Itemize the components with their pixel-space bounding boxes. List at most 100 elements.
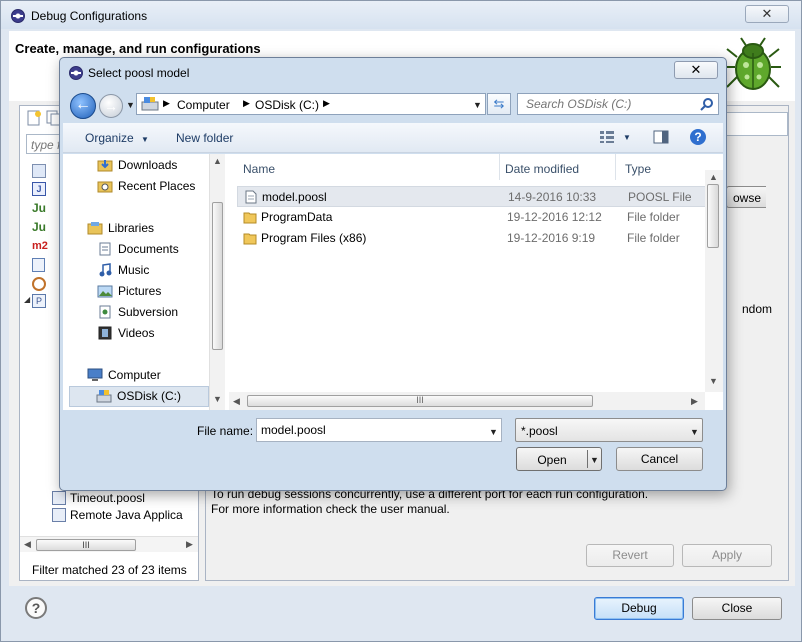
file-list-horizontal-scrollbar[interactable]: ◀ III ▶ (229, 392, 705, 410)
address-dropdown-icon[interactable]: ▼ (473, 100, 482, 110)
scroll-thumb[interactable]: III (247, 395, 593, 407)
info-line-manual: For more information check the user manu… (211, 502, 450, 516)
search-box[interactable] (517, 93, 719, 115)
tree-horizontal-scrollbar[interactable]: ◀ III ▶ (20, 536, 198, 552)
view-dropdown-icon[interactable]: ▼ (623, 133, 631, 142)
scroll-thumb[interactable] (212, 202, 223, 350)
open-options-dropdown-icon[interactable]: ▼ (590, 455, 599, 465)
search-input[interactable] (518, 94, 696, 114)
back-button[interactable]: ← (70, 93, 96, 119)
file-type: File folder (627, 231, 680, 245)
breadcrumb-arrow-icon[interactable]: ▶ (323, 98, 330, 109)
cancel-button[interactable]: Cancel (616, 447, 703, 471)
scroll-down-icon[interactable]: ▼ (709, 376, 718, 386)
scroll-down-icon[interactable]: ▼ (213, 394, 222, 404)
scroll-right-icon[interactable]: ▶ (186, 539, 193, 550)
preview-pane-icon[interactable] (653, 130, 669, 147)
scroll-up-icon[interactable]: ▲ (213, 156, 222, 166)
search-icon[interactable] (700, 97, 714, 111)
file-type: File folder (627, 210, 680, 224)
outer-close-button[interactable]: ✕ (745, 5, 789, 23)
breadcrumb-osdisk[interactable]: OSDisk (C:) (255, 98, 319, 112)
file-date: 14-9-2016 10:33 (508, 190, 597, 204)
column-header-name[interactable]: Name (243, 162, 275, 176)
address-bar[interactable]: ▶ Computer ▶ OSDisk (C:) ▶ ▼ (136, 93, 486, 115)
outer-heading: Create, manage, and run configurations (15, 41, 261, 56)
column-divider[interactable] (615, 154, 616, 180)
tree-item-remote-java[interactable]: Remote Java Applica (52, 508, 183, 522)
poosl-file-icon (52, 491, 66, 505)
organize-menu[interactable]: Organize ▼ (85, 131, 149, 145)
file-name-dropdown-icon[interactable]: ▼ (489, 427, 498, 437)
recent-locations-dropdown-icon[interactable]: ▼ (126, 100, 135, 110)
breadcrumb-arrow-icon[interactable]: ▶ (163, 98, 170, 109)
refresh-button[interactable]: ⇆ (487, 93, 511, 115)
nav-item-subversion[interactable]: Subversion (97, 305, 178, 319)
name-field-edge[interactable] (726, 112, 788, 136)
select-poosl-model-dialog: Select poosl model ✕ ← → ▼ ▶ Computer ▶ … (59, 57, 727, 491)
revert-button[interactable]: Revert (586, 544, 674, 567)
open-button[interactable]: Open ▼ (516, 447, 602, 471)
m2-icon: m2 (32, 240, 48, 252)
forward-button[interactable]: → (99, 94, 123, 118)
nav-item-videos[interactable]: Videos (97, 326, 154, 340)
browse-button[interactable]: owse (726, 186, 766, 208)
column-divider[interactable] (499, 154, 500, 180)
svg-text:?: ? (694, 130, 701, 144)
pictures-icon (97, 285, 113, 298)
chevron-down-icon: ▼ (690, 427, 699, 437)
music-icon (99, 263, 112, 277)
new-folder-button[interactable]: New folder (176, 131, 233, 145)
tree-type-icon-2 (32, 258, 45, 272)
dialog-title: Select poosl model (88, 66, 190, 80)
eclipse-icon (11, 9, 25, 23)
file-type: POOSL File (628, 190, 692, 204)
nav-item-downloads[interactable]: Downloads (97, 158, 177, 172)
file-row-programdata[interactable]: ProgramData 19-12-2016 12:12 File folder (237, 207, 707, 228)
column-header-date-modified[interactable]: Date modified (505, 162, 579, 176)
apply-button[interactable]: Apply (682, 544, 772, 567)
downloads-folder-icon (97, 160, 113, 172)
file-type-filter-value: *.poosl (521, 424, 558, 438)
file-type-filter-select[interactable]: *.poosl ▼ (515, 418, 703, 442)
breadcrumb-computer[interactable]: Computer (177, 98, 230, 112)
file-name-combobox[interactable]: ▼ (256, 418, 502, 442)
nav-item-computer[interactable]: Computer (87, 368, 161, 382)
nav-item-osdisk[interactable]: OSDisk (C:) (69, 386, 209, 407)
nav-item-pictures[interactable]: Pictures (97, 284, 161, 298)
scroll-left-icon[interactable]: ◀ (24, 539, 31, 550)
file-icon (245, 190, 257, 204)
navigation-vertical-scrollbar[interactable]: ▲ ▼ (209, 154, 225, 410)
debug-button[interactable]: Debug (594, 597, 684, 620)
nav-item-libraries[interactable]: Libraries (87, 221, 154, 235)
tree-expand-icon[interactable]: ◢ (24, 295, 30, 304)
scroll-up-icon[interactable]: ▲ (709, 172, 718, 182)
scroll-thumb[interactable] (707, 184, 719, 248)
scroll-right-icon[interactable]: ▶ (691, 396, 698, 407)
tree-item-timeout[interactable]: Timeout.poosl (52, 491, 145, 505)
breadcrumb-arrow-icon[interactable]: ▶ (243, 98, 250, 109)
help-button[interactable]: ? (25, 597, 47, 619)
close-button[interactable]: Close (692, 597, 782, 620)
nav-item-recent-places[interactable]: Recent Places (97, 179, 195, 193)
osgi-icon (32, 277, 46, 291)
help-icon[interactable]: ? (689, 128, 707, 149)
debug-bug-icon (725, 37, 781, 90)
nav-item-music[interactable]: Music (97, 263, 149, 277)
file-list-vertical-scrollbar[interactable]: ▲ ▼ (705, 170, 723, 392)
scroll-left-icon[interactable]: ◀ (233, 396, 240, 407)
libraries-icon (87, 222, 103, 235)
new-configuration-icon[interactable] (26, 110, 42, 126)
scroll-thumb[interactable]: III (36, 539, 136, 551)
file-date: 19-12-2016 9:19 (507, 231, 596, 245)
file-row-model-poosl[interactable]: model.poosl 14-9-2016 10:33 POOSL File (237, 186, 707, 207)
file-row-program-files-x86[interactable]: Program Files (x86) 19-12-2016 9:19 File… (237, 228, 707, 249)
file-name-input[interactable] (257, 419, 479, 441)
nav-item-documents[interactable]: Documents (97, 242, 179, 256)
dialog-toolbar: Organize ▼ New folder ▼ ? (63, 123, 723, 153)
eclipse-icon (69, 66, 83, 80)
dialog-close-button[interactable]: ✕ (674, 61, 718, 79)
chevron-down-icon: ▼ (141, 135, 149, 144)
column-header-type[interactable]: Type (625, 162, 651, 176)
view-options-icon[interactable] (599, 130, 615, 147)
